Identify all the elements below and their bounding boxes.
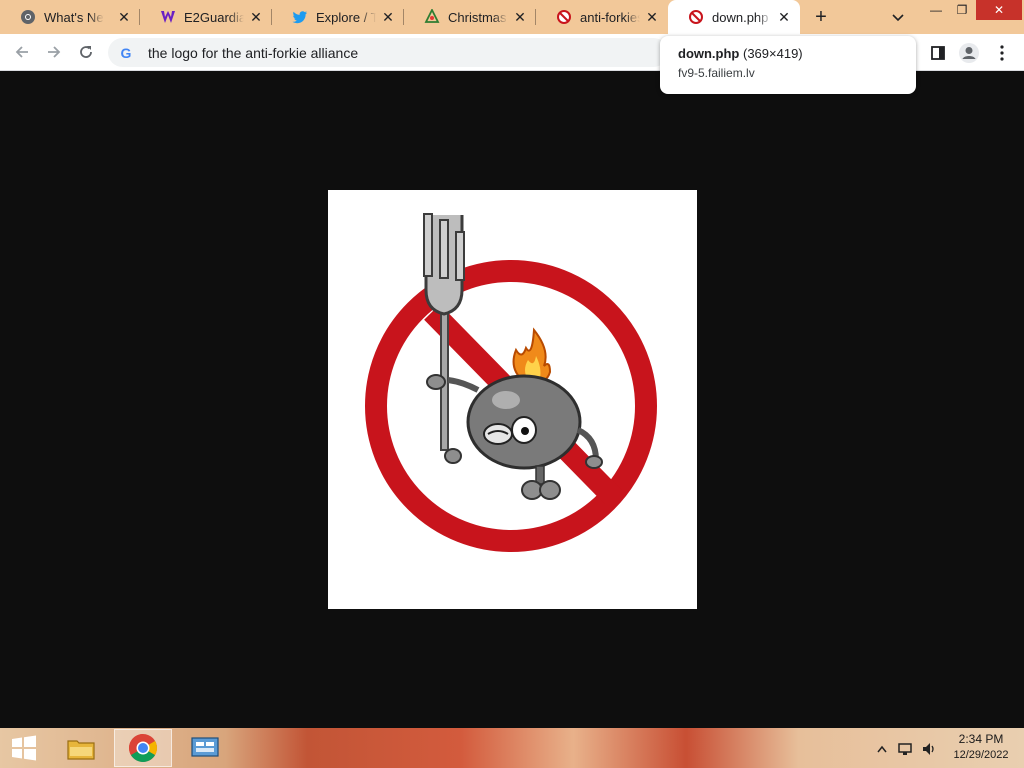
menu-kebab-icon[interactable] — [991, 42, 1013, 64]
tab-close-icon[interactable]: ✕ — [116, 9, 132, 25]
tab-label: E2Guardian - — [184, 9, 244, 25]
tab-close-icon[interactable]: ✕ — [512, 9, 528, 25]
hover-card-host: fv9-5.failiem.lv — [678, 66, 755, 80]
twitter-icon — [292, 9, 308, 25]
bomb-highlight — [492, 391, 520, 409]
left-hand — [426, 374, 446, 390]
tab-strip: What's New ✕ E2Guardian - ✕ Explore / Tw… — [0, 0, 1024, 34]
hover-card-dims: (369×419) — [743, 46, 803, 61]
tab-label: anti-forkies — [580, 9, 640, 25]
left-arm — [447, 377, 480, 393]
tab-hover-card: down.php (369×419) fv9-5.failiem.lv — [660, 36, 916, 94]
tab-e2guardian[interactable]: E2Guardian - ✕ — [140, 0, 272, 34]
reload-icon[interactable] — [74, 40, 98, 64]
chrome-icon — [20, 9, 36, 25]
show-hidden-icons-icon[interactable] — [874, 741, 890, 757]
new-tab-button[interactable]: + — [810, 6, 832, 28]
windows-logo-icon — [12, 735, 36, 761]
profile-icon[interactable] — [958, 42, 980, 64]
tab-christmas[interactable]: Christmas Gi ✕ — [404, 0, 536, 34]
hover-card-title: down.php (369×419) — [678, 46, 916, 61]
clock-date: 12/29/2022 — [953, 749, 1009, 761]
omnibox-text: the logo for the anti-forkie alliance — [148, 44, 359, 61]
fork-hand — [444, 448, 462, 464]
christmas-icon — [424, 9, 440, 25]
foot-right — [539, 480, 561, 500]
e2guardian-icon — [160, 9, 176, 25]
omnibox[interactable]: G the logo for the anti-forkie alliance — [108, 38, 668, 67]
clock-time: 2:34 PM — [958, 732, 1004, 746]
tab-close-icon[interactable]: ✕ — [380, 9, 396, 25]
tab-label: Explore / Tw — [316, 9, 376, 25]
control-panel-taskbar-icon[interactable] — [176, 729, 234, 767]
taskbar — [0, 728, 1024, 768]
displayed-image — [328, 190, 697, 609]
close-window-button[interactable]: ✕ — [976, 0, 1022, 20]
hover-card-filename: down.php — [678, 46, 740, 61]
tab-whats-new[interactable]: What's New ✕ — [0, 0, 140, 34]
noforks-icon — [556, 9, 572, 25]
tab-close-icon[interactable]: ✕ — [248, 9, 264, 25]
file-explorer-taskbar-icon[interactable] — [52, 729, 110, 767]
tab-close-icon[interactable]: ✕ — [644, 9, 660, 25]
anti-forkie-logo — [365, 213, 657, 552]
forward-icon[interactable] — [42, 40, 66, 64]
system-clock[interactable]: 2:34 PM 12/29/2022 — [946, 732, 1016, 761]
tab-down-php[interactable]: down.php (3 ✕ — [668, 0, 800, 34]
google-icon: G — [120, 44, 132, 61]
tab-search-icon[interactable] — [889, 8, 907, 26]
tab-explore-twitter[interactable]: Explore / Tw ✕ — [272, 0, 404, 34]
noforks-icon — [688, 9, 704, 25]
network-icon[interactable] — [897, 741, 913, 757]
chrome-taskbar-icon[interactable] — [114, 729, 172, 767]
restore-button[interactable]: ❐ — [946, 0, 978, 20]
back-icon[interactable] — [10, 40, 34, 64]
tab-label: What's New — [44, 9, 104, 25]
tab-label: down.php (3 — [712, 9, 772, 25]
tab-label: Christmas Gi — [448, 9, 508, 25]
tab-close-icon[interactable]: ✕ — [776, 9, 792, 25]
start-button[interactable] — [0, 729, 48, 767]
side-panel-icon[interactable] — [927, 42, 949, 64]
volume-icon[interactable] — [921, 741, 937, 757]
tab-anti-forkies[interactable]: anti-forkies ✕ — [536, 0, 668, 34]
